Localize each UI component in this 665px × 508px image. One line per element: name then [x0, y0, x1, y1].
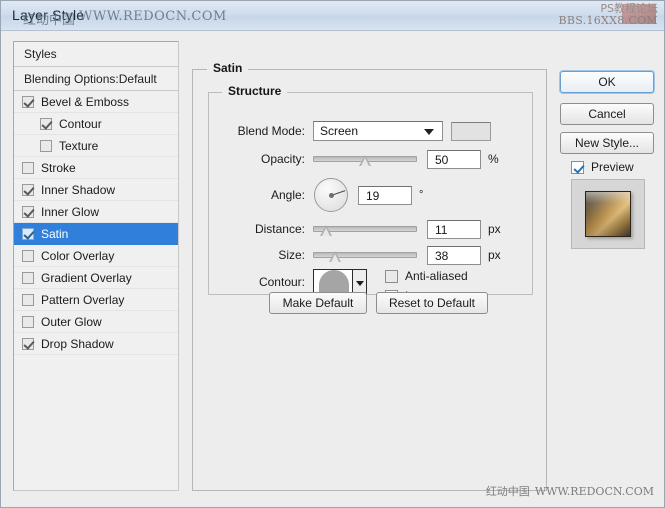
opacity-row: Opacity: 50 % [217, 149, 499, 169]
style-list-item[interactable]: Pattern Overlay [14, 289, 178, 311]
style-list-item[interactable]: Inner Glow [14, 201, 178, 223]
blend-mode-select[interactable]: Screen [313, 121, 443, 141]
reset-to-default-button[interactable]: Reset to Default [376, 292, 488, 314]
layer-style-dialog: Layer Style 红动中国 WWW.REDOCN.COM PS教程论坛 B… [0, 0, 665, 508]
cancel-button[interactable]: Cancel [560, 103, 654, 125]
angle-label: Angle: [270, 188, 305, 202]
angle-row: Angle: 19 ° [217, 175, 423, 215]
style-list-item-label: Pattern Overlay [41, 292, 125, 307]
style-list-item-label: Inner Glow [41, 204, 100, 219]
distance-input[interactable]: 11 [427, 219, 481, 239]
distance-label: Distance: [254, 222, 305, 236]
distance-unit: px [488, 222, 501, 236]
ok-button[interactable]: OK [560, 71, 654, 93]
structure-groupbox: Structure Blend Mode: Screen Opacity: 50… [208, 84, 533, 303]
style-list-item-label: Gradient Overlay [41, 270, 132, 285]
style-enable-checkbox[interactable] [22, 205, 34, 218]
watermark-bottom: 红动中国 WWW.REDOCN.COM [486, 483, 654, 499]
make-default-button[interactable]: Make Default [269, 292, 367, 314]
blending-options-row[interactable]: Blending Options:Default [14, 67, 178, 91]
style-list-item[interactable]: Satin [14, 223, 178, 245]
style-enable-checkbox[interactable] [22, 337, 34, 350]
style-list-item[interactable]: Drop Shadow [14, 333, 178, 355]
chevron-down-icon [356, 281, 364, 286]
preview-label: Preview [591, 160, 634, 174]
style-list-item-label: Texture [59, 138, 99, 153]
style-enable-checkbox[interactable] [40, 139, 52, 152]
opacity-input[interactable]: 50 [427, 149, 481, 169]
satin-group-title: Satin [207, 61, 249, 75]
style-enable-checkbox[interactable] [22, 315, 34, 328]
structure-group-title: Structure [222, 84, 288, 98]
opacity-slider[interactable] [313, 151, 417, 167]
distance-slider[interactable] [313, 221, 417, 237]
style-enable-checkbox[interactable] [22, 249, 34, 262]
watermark-bottom-url: WWW.REDOCN.COM [534, 485, 654, 498]
style-enable-checkbox[interactable] [22, 161, 34, 174]
size-slider-thumb[interactable] [328, 251, 341, 262]
style-enable-checkbox[interactable] [22, 293, 34, 306]
preview-thumbnail-panel [571, 179, 645, 249]
distance-slider-thumb[interactable] [320, 225, 333, 236]
style-list-item-label: Inner Shadow [41, 182, 116, 197]
watermark-title-cn: 红动中国 [23, 13, 76, 28]
blend-mode-value: Screen [320, 124, 359, 138]
style-enable-checkbox[interactable] [22, 95, 34, 108]
contour-curve-shape [319, 270, 349, 294]
new-style-button[interactable]: New Style... [560, 132, 654, 154]
size-unit: px [488, 248, 501, 262]
dialog-body: Styles Blending Options:Default Bevel & … [1, 31, 664, 507]
blend-mode-row: Blend Mode: Screen [217, 121, 491, 141]
opacity-label: Opacity: [260, 152, 305, 166]
style-enable-checkbox[interactable] [22, 183, 34, 196]
angle-dial-hub [329, 193, 334, 198]
style-list-item[interactable]: Bevel & Emboss [14, 91, 178, 113]
style-list-item[interactable]: Outer Glow [14, 311, 178, 333]
anti-aliased-checkbox[interactable] [385, 269, 398, 283]
style-list-item-label: Satin [41, 226, 69, 241]
style-list-item-label: Drop Shadow [41, 336, 114, 351]
blend-color-swatch[interactable] [451, 121, 491, 141]
preview-checkbox-row[interactable]: Preview [571, 160, 634, 174]
watermark-bottom-cn: 红动中国 [485, 485, 530, 498]
style-list-item-label: Stroke [41, 160, 76, 175]
style-enable-checkbox[interactable] [22, 227, 34, 240]
watermark-top-right: PS教程论坛 BBS.16XX8.COM [558, 3, 658, 27]
preview-checkbox[interactable] [571, 160, 584, 174]
size-slider[interactable] [313, 247, 417, 263]
style-list-item[interactable]: Color Overlay [14, 245, 178, 267]
style-list-item-label: Contour [59, 116, 102, 131]
blend-mode-label: Blend Mode: [237, 124, 305, 138]
distance-row: Distance: 11 px [217, 219, 501, 239]
styles-list: Bevel & Emboss Contour Texture Stroke Inner … [14, 91, 178, 355]
opacity-slider-thumb[interactable] [359, 155, 371, 166]
size-row: Size: 38 px [217, 245, 501, 265]
anti-aliased-checkbox-row[interactable]: Anti-aliased [385, 269, 468, 283]
style-enable-checkbox[interactable] [40, 117, 52, 130]
style-list-item[interactable]: Texture [14, 135, 178, 157]
satin-groupbox: Satin Structure Blend Mode: Screen Opaci… [192, 61, 547, 491]
preview-thumbnail [585, 191, 631, 237]
size-label: Size: [278, 248, 305, 262]
styles-panel: Styles Blending Options:Default Bevel & … [13, 41, 179, 491]
chevron-down-icon [424, 129, 434, 135]
style-list-item[interactable]: Stroke [14, 157, 178, 179]
angle-input[interactable]: 19 [358, 185, 412, 205]
style-list-item[interactable]: Contour [14, 113, 178, 135]
watermark-title-url: WWW.REDOCN.COM [79, 9, 227, 24]
size-input[interactable]: 38 [427, 245, 481, 265]
titlebar[interactable]: Layer Style 红动中国 WWW.REDOCN.COM PS教程论坛 B… [1, 1, 664, 31]
angle-dial[interactable] [314, 178, 348, 212]
style-enable-checkbox[interactable] [22, 271, 34, 284]
style-list-item-label: Outer Glow [41, 314, 102, 329]
style-list-item-label: Color Overlay [41, 248, 115, 263]
anti-aliased-label: Anti-aliased [405, 269, 468, 283]
watermark-top-right-line2: BBS.16XX8.COM [558, 14, 658, 27]
angle-unit: ° [419, 189, 424, 201]
style-list-item-label: Bevel & Emboss [41, 94, 130, 109]
style-list-item[interactable]: Inner Shadow [14, 179, 178, 201]
style-list-item[interactable]: Gradient Overlay [14, 267, 178, 289]
styles-panel-header: Styles [14, 42, 178, 67]
opacity-unit: % [488, 152, 499, 166]
